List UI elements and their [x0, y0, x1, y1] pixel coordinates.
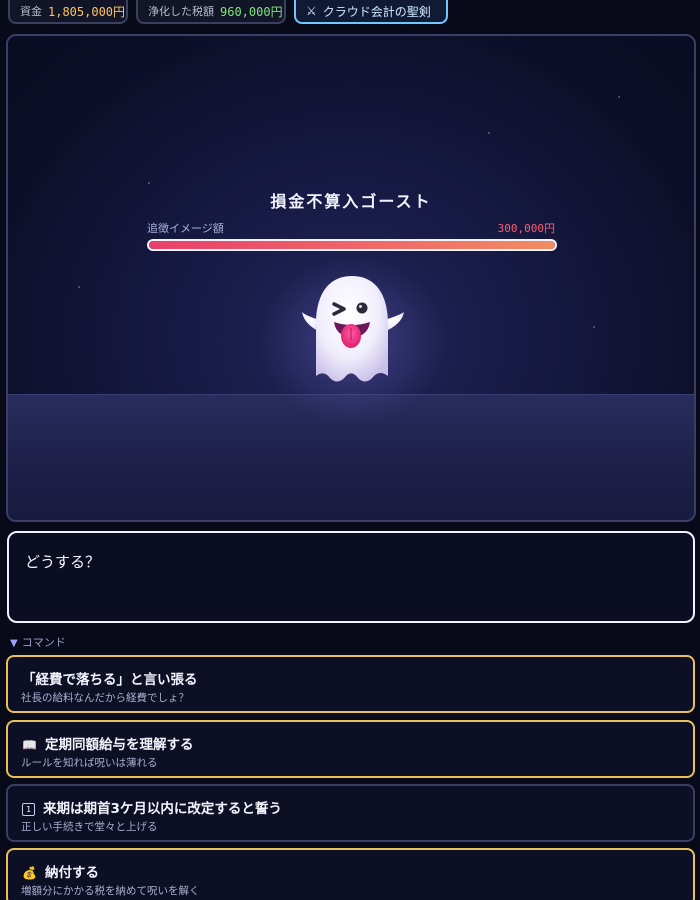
enemy-hp-fill	[149, 241, 555, 249]
equipped-item-name: クラウド会計の聖剣	[322, 4, 431, 19]
triangle-down-icon: ▼	[10, 638, 18, 649]
purified-tax-value: 960,000円	[220, 4, 283, 19]
funds-label: 資金	[20, 5, 42, 18]
battle-scene: 損金不算入ゴースト 追徴イメージ額 300,000円	[6, 34, 696, 522]
command-understand-rule-button[interactable]: 📖 定期同額給与を理解する ルールを知れば呪いは薄れる	[6, 720, 695, 778]
open-book-icon: 📖	[22, 738, 37, 752]
dialog-text: どうする？	[25, 553, 101, 571]
command-subtitle: 社長の給料なんだから経費でしょ？	[21, 692, 189, 704]
command-title: 定期同額給与を理解する	[44, 737, 194, 753]
star	[593, 326, 595, 328]
star	[488, 132, 490, 134]
enemy-hp-label: 追徴イメージ額	[147, 222, 224, 235]
command-revise-next-term-button[interactable]: 1 来期は期首3ケ月以内に改定すると誓う 正しい手続きで堂々と上げる	[6, 784, 695, 842]
funds-value: 1,805,000円	[48, 4, 126, 19]
enemy-hp-bar	[147, 239, 557, 251]
command-title: 納付する	[44, 865, 99, 881]
equipped-item-button[interactable]: ⚔ クラウド会計の聖剣	[294, 0, 448, 24]
purified-tax-label: 浄化した税額	[148, 5, 214, 18]
money-bag-icon: 💰	[22, 866, 37, 880]
enemy-name: 損金不算入ゴースト	[270, 192, 432, 211]
command-title: 「経費で落ちる」と言い張る	[22, 672, 198, 688]
funds-chip: 資金 1,805,000円	[8, 0, 128, 24]
command-claim-expense-button[interactable]: 「経費で落ちる」と言い張る 社長の給料なんだから経費でしょ？	[6, 655, 695, 713]
command-subtitle: 正しい手続きで堂々と上げる	[21, 821, 158, 833]
star	[618, 96, 620, 98]
command-list-header: コマンド	[21, 636, 66, 649]
dialog-box: どうする？	[7, 531, 695, 623]
crossed-swords-icon: ⚔	[306, 4, 317, 18]
command-title-row: 📖 定期同額給与を理解する	[22, 733, 193, 753]
command-subtitle: 増額分にかかる税を納めて呪いを解く	[21, 885, 200, 897]
star	[78, 286, 80, 288]
command-title-row: 💰 納付する	[22, 861, 99, 881]
number-one-icon: 1	[22, 803, 35, 816]
command-list-toggle[interactable]: ▼ コマンド	[10, 634, 66, 650]
ghost-winking-tongue-icon[interactable]	[296, 268, 408, 390]
command-title-row: 1 来期は期首3ケ月以内に改定すると誓う	[22, 797, 282, 817]
command-pay-tax-button[interactable]: 💰 納付する 増額分にかかる税を納めて呪いを解く	[6, 848, 695, 900]
command-title: 来期は期首3ケ月以内に改定すると誓う	[43, 801, 282, 817]
star	[148, 182, 150, 184]
command-subtitle: ルールを知れば呪いは薄れる	[21, 757, 158, 769]
enemy-hp-value: 300,000円	[497, 222, 555, 235]
purified-tax-chip: 浄化した税額 960,000円	[136, 0, 286, 24]
game-screen: 資金 1,805,000円 浄化した税額 960,000円 ⚔ クラウド会計の聖…	[0, 0, 700, 900]
